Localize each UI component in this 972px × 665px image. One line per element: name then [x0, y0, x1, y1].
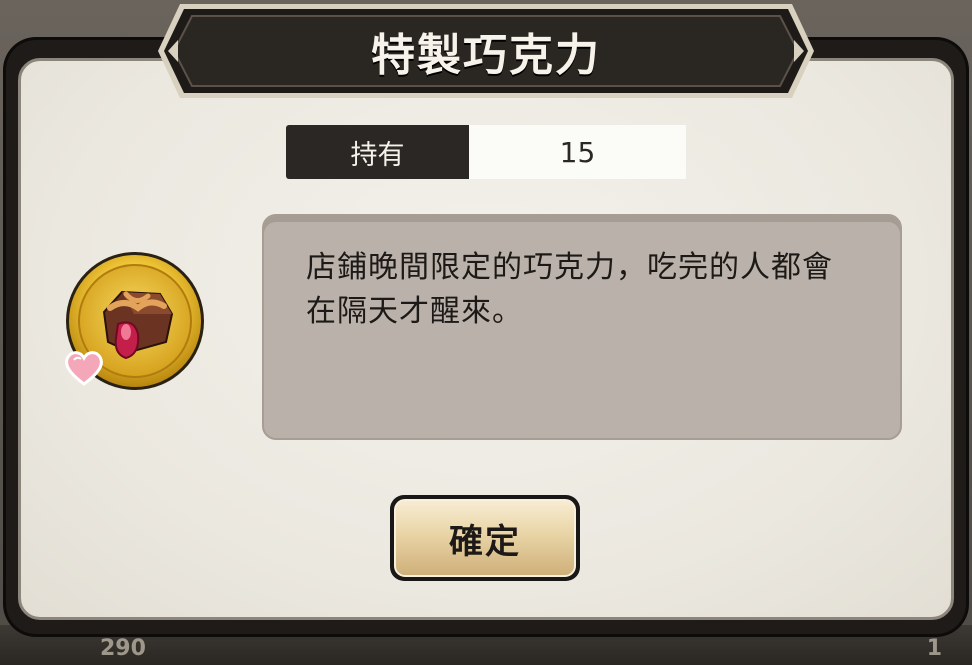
chocolate-item-icon: [64, 250, 206, 392]
confirm-button[interactable]: 確定: [390, 495, 580, 581]
owned-label: 持有: [286, 125, 469, 179]
heart-icon: [65, 351, 103, 386]
item-description: 店鋪晚間限定的巧克力，吃完的人都會在隔天才醒來。: [306, 250, 833, 329]
background-item-count: 290: [100, 636, 146, 661]
title-banner: 特製巧克力: [158, 4, 814, 98]
background-item-count: 1: [926, 636, 942, 661]
owned-count-row: 持有 15: [286, 125, 686, 179]
item-description-box: 店鋪晚間限定的巧克力，吃完的人都會在隔天才醒來。: [262, 214, 902, 440]
dialog-title: 特製巧克力: [371, 30, 601, 81]
confirm-button-label: 確定: [394, 499, 576, 577]
owned-value: 15: [469, 125, 686, 179]
